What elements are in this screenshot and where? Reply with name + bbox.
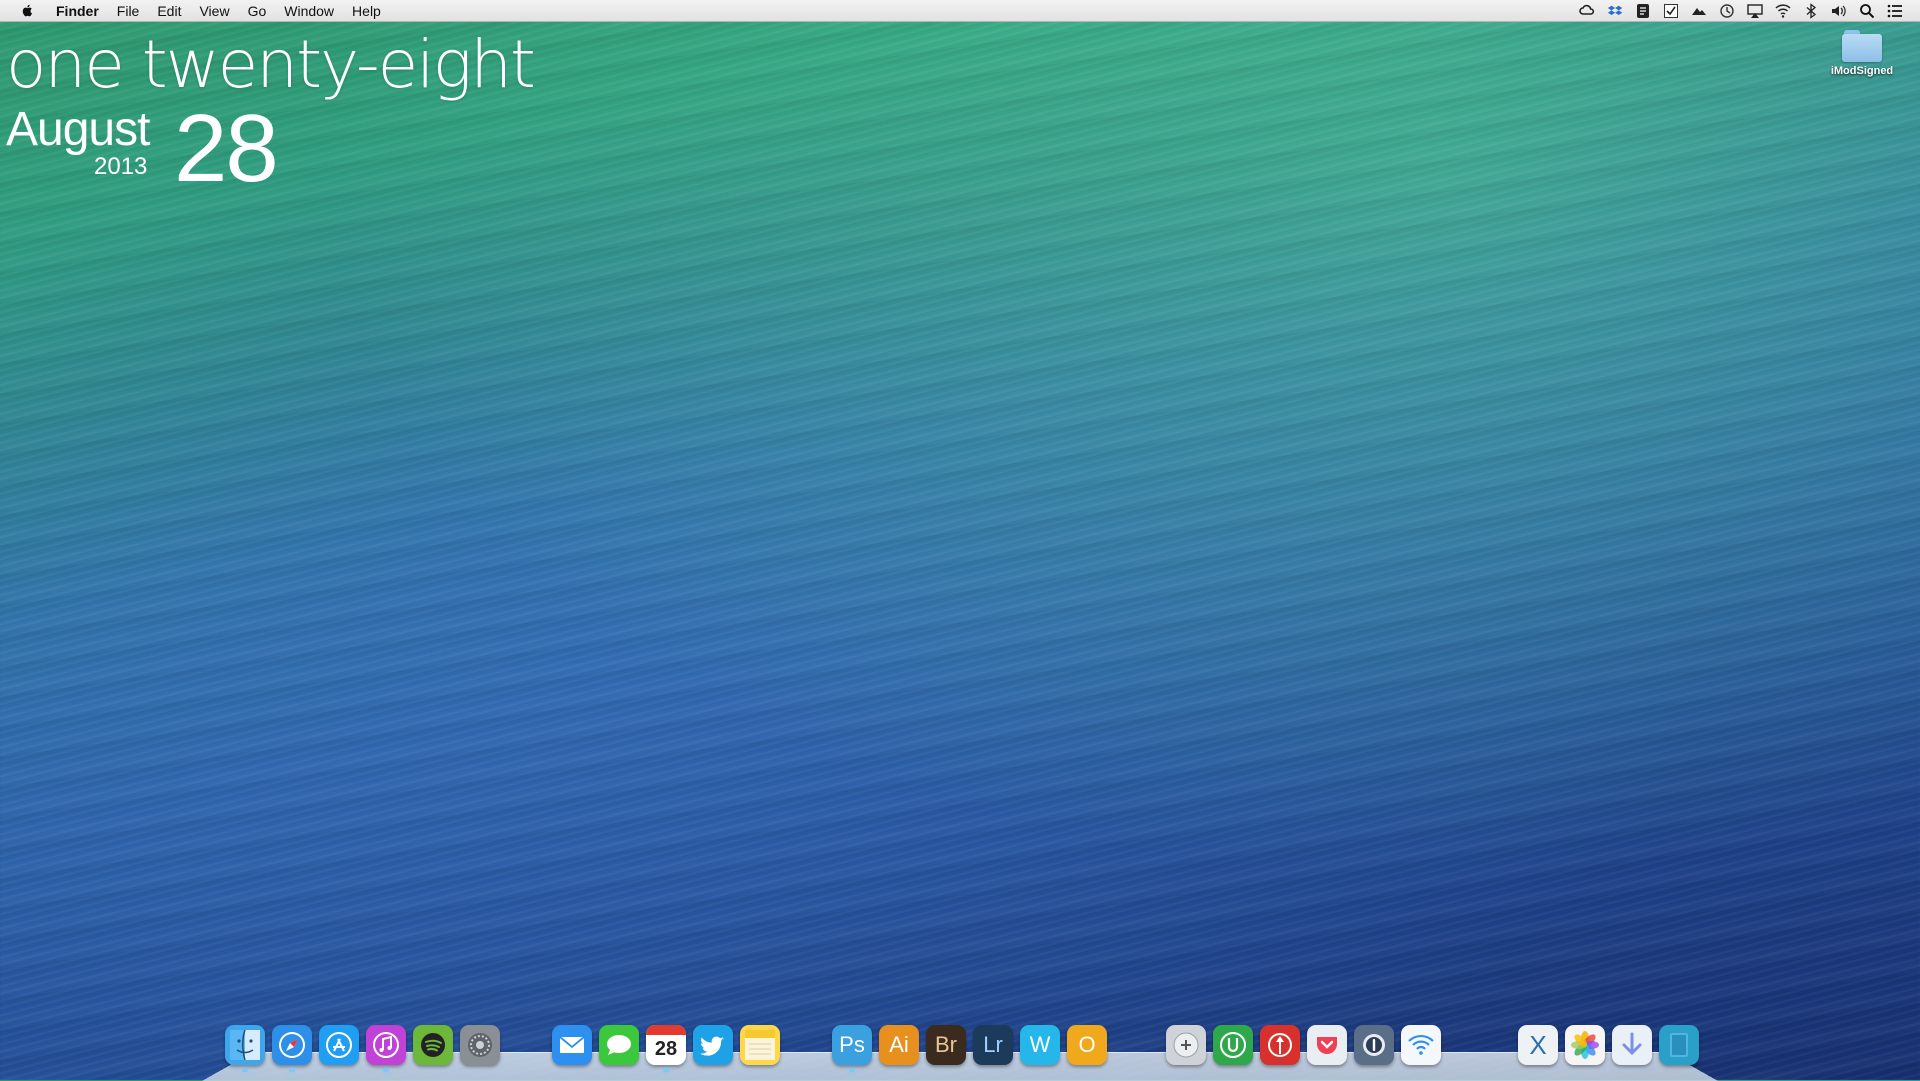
photoshop-label: Ps	[839, 1032, 865, 1057]
pocket-icon[interactable]	[1307, 1025, 1347, 1065]
calendar-day-label: 28	[654, 1038, 678, 1060]
photos-icon[interactable]	[1565, 1025, 1605, 1065]
menu-file[interactable]: File	[108, 0, 149, 22]
transmit-icon[interactable]	[1260, 1025, 1300, 1065]
word-label: W	[1029, 1032, 1051, 1057]
bridge-label: Br	[935, 1032, 957, 1057]
finder-icon[interactable]	[225, 1025, 265, 1065]
menu-view[interactable]: View	[190, 0, 238, 22]
wallpaper	[0, 0, 1920, 1080]
menu-help[interactable]: Help	[343, 0, 390, 22]
running-indicator	[663, 1069, 669, 1072]
time-machine-icon[interactable]	[1718, 3, 1736, 19]
clock-month: August	[6, 103, 150, 156]
wifi-icon[interactable]	[1774, 3, 1792, 19]
gamepad-icon[interactable]	[1166, 1025, 1206, 1065]
creative-cloud-icon[interactable]	[1578, 3, 1596, 19]
safari-icon[interactable]	[272, 1025, 312, 1065]
xcode-label: X	[1529, 1029, 1547, 1060]
spotify-icon[interactable]	[413, 1025, 453, 1065]
evernote-dock-icon[interactable]	[1213, 1025, 1253, 1065]
menu-bar: Finder File Edit View Go Window Help	[0, 0, 1920, 22]
twitter-icon[interactable]	[693, 1025, 733, 1065]
lightroom-icon[interactable]: Lr	[973, 1025, 1013, 1065]
outlook-label: O	[1078, 1032, 1096, 1057]
lightroom-label: Lr	[983, 1032, 1003, 1057]
downloads-stack-icon[interactable]	[1612, 1025, 1652, 1065]
illustrator-label: Ai	[889, 1032, 909, 1057]
desktop-folder-label: iModSigned	[1830, 65, 1894, 77]
apple-logo-icon[interactable]	[18, 2, 36, 20]
dropbox-icon[interactable]	[1606, 3, 1624, 19]
menu-edit[interactable]: Edit	[148, 0, 190, 22]
desktop-folder-imodsigned[interactable]: iModSigned	[1816, 30, 1908, 77]
running-indicator	[242, 1069, 248, 1072]
system-preferences-icon[interactable]	[460, 1025, 500, 1065]
status-area	[1578, 0, 1904, 22]
running-indicator	[849, 1069, 855, 1072]
running-indicator	[383, 1069, 389, 1072]
evernote-icon[interactable]	[1634, 3, 1652, 19]
folder-icon	[1842, 30, 1882, 62]
word-icon[interactable]: W	[1020, 1025, 1060, 1065]
notification-center-icon[interactable]	[1886, 3, 1904, 19]
xcode-icon[interactable]: X	[1518, 1025, 1558, 1065]
messages-icon[interactable]	[599, 1025, 639, 1065]
1password-icon[interactable]	[1354, 1025, 1394, 1065]
menu-go[interactable]: Go	[239, 0, 276, 22]
spotlight-search-icon[interactable]	[1858, 3, 1876, 19]
clock-time-words: one twenty-eight	[6, 26, 536, 103]
menu-window[interactable]: Window	[275, 0, 343, 22]
calendar-icon[interactable]: 28	[646, 1025, 686, 1065]
outlook-icon[interactable]: O	[1067, 1025, 1107, 1065]
clock-widget: one twenty-eight August 2013 28	[6, 26, 536, 203]
bluetooth-icon[interactable]	[1802, 3, 1820, 19]
dock: 28 Ps Ai Br Lr W O X	[0, 1025, 1920, 1073]
documents-stack-icon[interactable]	[1659, 1025, 1699, 1065]
calendar-header	[646, 1025, 686, 1035]
mail-icon[interactable]	[552, 1025, 592, 1065]
app-store-icon[interactable]	[319, 1025, 359, 1065]
clock-year: 2013	[94, 153, 148, 180]
cloud-sync-icon[interactable]	[1690, 3, 1708, 19]
wifi-dock-icon[interactable]	[1401, 1025, 1441, 1065]
clock-day: 28	[174, 95, 279, 202]
bridge-icon[interactable]: Br	[926, 1025, 966, 1065]
menu-app-finder[interactable]: Finder	[52, 0, 108, 22]
tasks-checkbox-icon[interactable]	[1662, 3, 1680, 19]
volume-icon[interactable]	[1830, 3, 1848, 19]
illustrator-icon[interactable]: Ai	[879, 1025, 919, 1065]
running-indicator	[289, 1069, 295, 1072]
itunes-icon[interactable]	[366, 1025, 406, 1065]
notes-icon[interactable]	[740, 1025, 780, 1065]
photoshop-icon[interactable]: Ps	[832, 1025, 872, 1065]
airplay-icon[interactable]	[1746, 3, 1764, 19]
